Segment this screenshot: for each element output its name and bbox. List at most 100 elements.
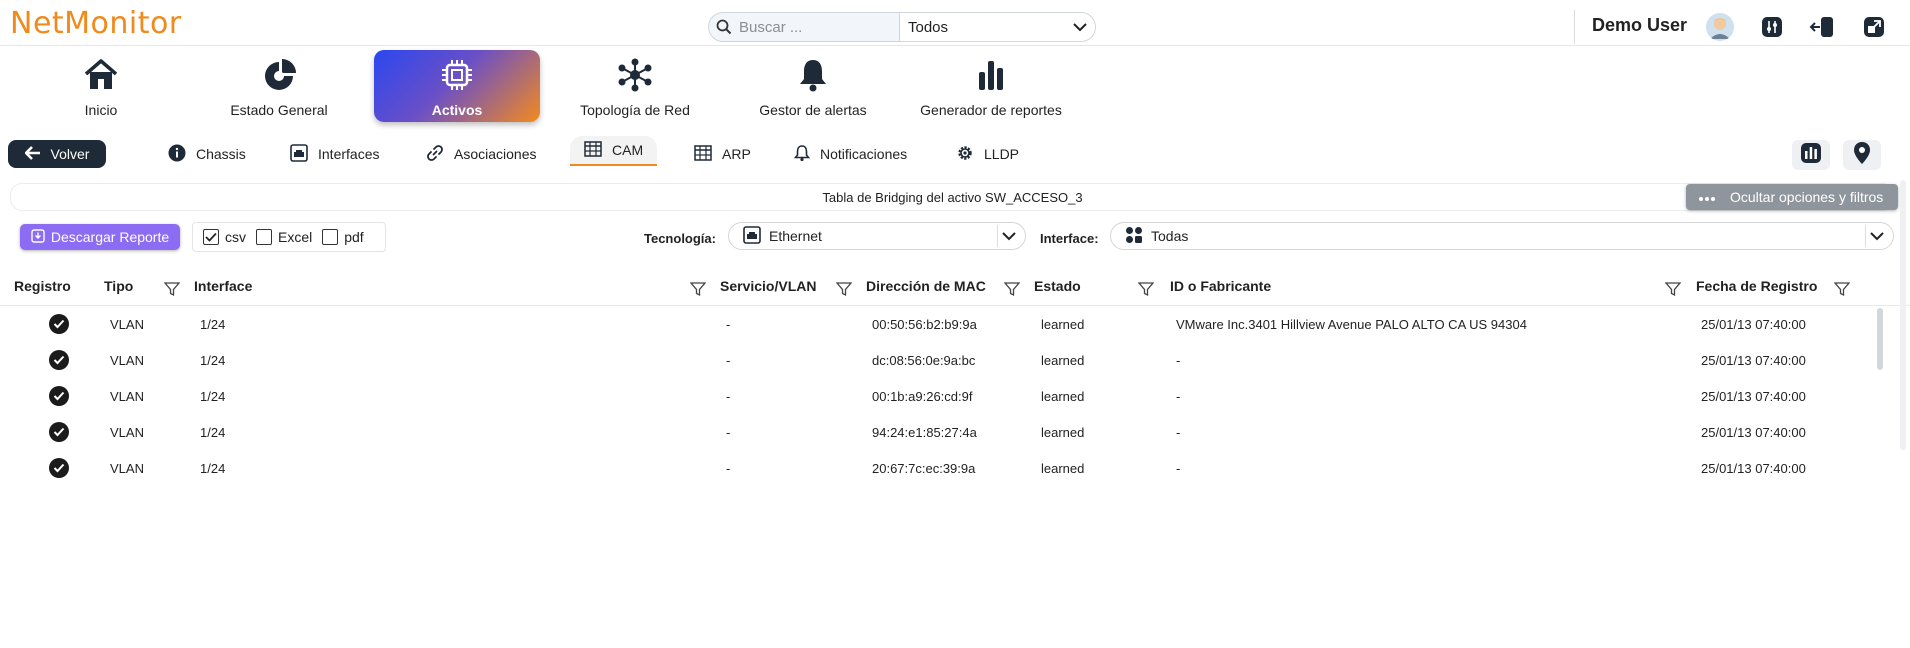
check-circle-icon [49,422,69,442]
check-circle-icon [49,458,69,478]
download-label: Descargar Reporte [50,229,170,245]
column-header-fabricante[interactable]: ID o Fabricante [1170,278,1271,294]
cell-interface: 1/24 [200,425,226,440]
tab-chassis[interactable]: Chassis [168,138,246,170]
cell-mac: 00:1b:a9:26:cd:9f [872,389,973,404]
tab-arp[interactable]: ARP [694,138,751,170]
cell-servicio: - [726,317,731,332]
column-header-fecha[interactable]: Fecha de Registro [1696,278,1817,294]
cell-mac: dc:08:56:0e:9a:bc [872,353,976,368]
nav-item-gestor-alertas[interactable]: Gestor de alertas [730,50,896,122]
window-icon[interactable] [1860,13,1888,41]
app-logo[interactable]: NetMonitor [10,6,182,41]
column-header-registro[interactable]: Registro [14,278,71,294]
link-icon [426,144,444,165]
table-row[interactable]: VLAN 1/24 - 00:1b:a9:26:cd:9f learned - … [0,378,1880,414]
technology-value: Ethernet [769,228,822,244]
cell-fecha: 25/01/13 07:40:00 [1701,461,1806,476]
search-bar: Todos [708,12,1096,42]
interface-label: Interface: [1040,231,1099,246]
search-input[interactable] [739,18,899,36]
search-scope-value: Todos [908,18,949,36]
cell-fecha: 25/01/13 07:40:00 [1701,317,1806,332]
filter-icon[interactable] [1137,281,1155,297]
cell-tipo: VLAN [110,317,144,332]
logout-icon[interactable] [1808,13,1836,41]
nav-item-label: Gestor de alertas [759,102,867,118]
top-bar: NetMonitor Todos Demo User [0,0,1910,46]
table-header: Registro Tipo Interface Servicio/VLAN Di… [0,272,1910,306]
sliders-icon[interactable] [1758,13,1786,41]
chevron-down-icon [997,225,1019,247]
tab-lldp[interactable]: LLDP [956,138,1019,170]
nav-item-label: Inicio [84,102,118,118]
tab-asociaciones[interactable]: Asociaciones [426,138,537,170]
tab-label: LLDP [984,146,1020,162]
map-pin-icon [1852,141,1872,169]
grid-icon [1125,226,1143,247]
filter-icon[interactable] [689,281,707,297]
table-scrollbar[interactable] [1877,308,1883,370]
interface-select[interactable]: Todas [1110,222,1894,250]
nav-item-generador-reportes[interactable]: Generador de reportes [908,50,1074,122]
cell-mac: 00:50:56:b2:b9:9a [872,317,977,332]
column-header-interface[interactable]: Interface [194,278,252,294]
search-scope-select[interactable]: Todos [900,13,1095,41]
checkbox[interactable] [322,229,339,245]
table-row[interactable]: VLAN 1/24 - 00:50:56:b2:b9:9a learned VM… [0,306,1880,342]
cell-estado: learned [1041,353,1085,368]
avatar[interactable] [1706,13,1734,41]
cell-servicio: - [726,389,731,404]
tab-label: Notificaciones [820,146,908,162]
column-header-mac[interactable]: Dirección de MAC [866,278,986,294]
technology-select[interactable]: Ethernet [728,222,1026,250]
nav-item-label: Topología de Red [580,102,690,118]
filter-icon[interactable] [835,281,853,297]
sub-nav: Volver Chassis Interfaces Asociaciones C… [0,136,1910,170]
nav-item-activos[interactable]: Activos [374,50,540,122]
tab-cam[interactable]: CAM [570,136,658,166]
table-icon [694,144,712,165]
chart-view-button[interactable] [1792,140,1830,170]
filter-icon[interactable] [163,281,181,297]
nav-item-estado-general[interactable]: Estado General [196,50,362,122]
column-header-servicio-vlan[interactable]: Servicio/VLAN [720,278,816,294]
filter-icon[interactable] [1833,281,1851,297]
pie-chart-icon [261,58,297,96]
nav-item-inicio[interactable]: Inicio [18,50,184,122]
filter-icon[interactable] [1003,281,1021,297]
back-button[interactable]: Volver [8,140,106,168]
nav-item-topologia[interactable]: Topología de Red [552,50,718,122]
column-header-tipo[interactable]: Tipo [104,278,133,294]
format-excel-option[interactable]: Excel [256,229,312,245]
tab-interfaces[interactable]: Interfaces [290,138,379,170]
table-row[interactable]: VLAN 1/24 - 94:24:e1:85:27:4a learned - … [0,414,1880,450]
cell-servicio: - [726,461,731,476]
cell-fabricante: - [1176,353,1181,368]
checkbox-checked[interactable] [203,229,219,245]
home-icon [83,58,119,96]
cell-interface: 1/24 [200,317,226,332]
filter-icon[interactable] [1664,281,1682,297]
cell-servicio: - [726,425,731,440]
table-title-bar: Tabla de Bridging del activo SW_ACCESO_3 [10,183,1895,211]
cell-fabricante: - [1176,389,1181,404]
info-icon [168,144,186,165]
download-report-button[interactable]: Descargar Reporte [20,224,180,250]
cell-servicio: - [726,353,731,368]
nav-item-label: Activos [431,102,483,118]
format-csv-option[interactable]: csv [203,229,246,245]
scrollbar-track[interactable] [1900,180,1906,450]
location-button[interactable] [1843,140,1881,170]
toggle-filters-button[interactable]: Ocultar opciones y filtros [1686,184,1898,210]
table-row[interactable]: VLAN 1/24 - dc:08:56:0e:9a:bc learned - … [0,342,1880,378]
table-row[interactable]: VLAN 1/24 - 20:67:7c:ec:39:9a learned - … [0,450,1880,486]
column-header-estado[interactable]: Estado [1034,278,1081,294]
divider [1574,10,1575,44]
search-icon[interactable] [709,19,739,35]
tab-notificaciones[interactable]: Notificaciones [793,138,908,170]
technology-label: Tecnología: [644,231,716,246]
format-pdf-option[interactable]: pdf [322,229,364,245]
checkbox[interactable] [256,229,272,245]
cell-estado: learned [1041,425,1085,440]
